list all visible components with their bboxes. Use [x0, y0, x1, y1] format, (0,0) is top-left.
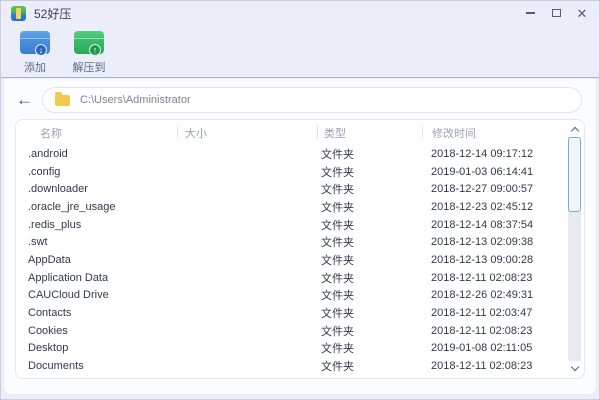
- file-type: 文件夹: [321, 254, 354, 267]
- column-header-type[interactable]: 类型: [317, 120, 422, 145]
- table-row[interactable]: CAUCloud Drive 文件夹 2018-12-26 02:49:31: [16, 287, 584, 305]
- file-name: .oracle_jre_usage: [28, 200, 116, 213]
- maximize-button[interactable]: [547, 4, 565, 22]
- file-type: 文件夹: [321, 290, 354, 303]
- folder-icon: [55, 91, 70, 106]
- file-type: 文件夹: [321, 166, 354, 179]
- add-button-label: 添加: [24, 62, 46, 74]
- file-modified: 2018-12-26 02:49:31: [431, 289, 534, 302]
- app-window: 52好压 ✕ ↓ 添加 ↑ 解压到 ← C:\Users\Administrat…: [0, 0, 600, 400]
- table-header: 名称 大小 类型 修改时间: [16, 120, 584, 145]
- file-name: .redis_plus: [28, 218, 82, 231]
- column-header-size[interactable]: 大小: [177, 120, 317, 145]
- chevron-up-icon: [570, 126, 579, 136]
- file-name: Application Data: [28, 271, 109, 284]
- scroll-track[interactable]: [568, 137, 581, 361]
- file-modified: 2019-01-03 06:14:41: [431, 165, 534, 178]
- archive-add-icon: ↓: [20, 31, 50, 56]
- table-row[interactable]: Application Data 文件夹 2018-12-11 02:08:23: [16, 269, 584, 287]
- file-type: 文件夹: [321, 272, 354, 285]
- archive-extract-icon: ↑: [74, 31, 104, 56]
- window-controls: ✕: [521, 4, 591, 22]
- file-modified: 2018-12-11 02:08:23: [431, 360, 533, 373]
- table-row[interactable]: .android 文件夹 2018-12-14 09:17:12: [16, 145, 584, 163]
- file-list: .android 文件夹 2018-12-14 09:17:12 .config…: [16, 145, 584, 375]
- table-row[interactable]: .config 文件夹 2019-01-03 06:14:41: [16, 163, 584, 181]
- file-name: .downloader: [28, 183, 88, 196]
- file-panel: 名称 大小 类型 修改时间 .android 文件夹 2018-12-14 09…: [15, 119, 585, 379]
- column-header-modified[interactable]: 修改时间: [422, 120, 584, 145]
- table-row[interactable]: AppData 文件夹 2018-12-13 09:00:28: [16, 251, 584, 269]
- file-type: 文件夹: [321, 201, 354, 214]
- file-type: 文件夹: [321, 325, 354, 338]
- arrow-up-badge-icon: ↑: [89, 44, 101, 56]
- file-modified: 2018-12-11 02:08:23: [431, 271, 533, 284]
- file-modified: 2018-12-11 02:08:23: [431, 324, 533, 337]
- extract-to-button-label: 解压到: [72, 62, 106, 74]
- file-modified: 2018-12-14 08:37:54: [431, 218, 534, 231]
- file-name: Contacts: [28, 307, 72, 320]
- scroll-up-button[interactable]: [567, 122, 582, 137]
- close-button[interactable]: ✕: [573, 4, 591, 22]
- file-type: 文件夹: [321, 361, 354, 374]
- minimize-button[interactable]: [521, 4, 539, 22]
- table-row[interactable]: .redis_plus 文件夹 2018-12-14 08:37:54: [16, 216, 584, 234]
- file-modified: 2018-12-11 02:03:47: [431, 307, 533, 320]
- scrollbar[interactable]: [567, 122, 582, 376]
- title-bar: 52好压 ✕: [1, 1, 599, 25]
- file-name: Cookies: [28, 324, 68, 337]
- file-type: 文件夹: [321, 237, 354, 250]
- window-title: 52好压: [34, 6, 72, 21]
- scroll-thumb[interactable]: [568, 137, 581, 212]
- table-row[interactable]: .swt 文件夹 2018-12-13 02:09:38: [16, 233, 584, 251]
- file-type: 文件夹: [321, 343, 354, 356]
- close-icon: ✕: [576, 5, 588, 21]
- table-row[interactable]: Documents 文件夹 2018-12-11 02:08:23: [16, 357, 584, 375]
- file-modified: 2018-12-27 09:00:57: [431, 183, 534, 196]
- app-logo-icon: [11, 5, 26, 21]
- current-path: C:\Users\Administrator: [80, 94, 191, 106]
- file-type: 文件夹: [321, 148, 354, 161]
- address-row: ← C:\Users\Administrator: [4, 79, 596, 113]
- table-row[interactable]: .downloader 文件夹 2018-12-27 09:00:57: [16, 180, 584, 198]
- file-name: Documents: [28, 360, 84, 373]
- scroll-down-button[interactable]: [567, 361, 582, 376]
- table-row[interactable]: Cookies 文件夹 2018-12-11 02:08:23: [16, 322, 584, 340]
- file-type: 文件夹: [321, 219, 354, 232]
- file-name: Desktop: [28, 342, 69, 355]
- file-name: .android: [28, 147, 68, 160]
- file-modified: 2019-01-08 02:11:05: [431, 342, 533, 355]
- back-button[interactable]: ←: [16, 90, 42, 110]
- content-area: ← C:\Users\Administrator 名称 大小 类型 修改时间 .…: [4, 79, 596, 394]
- file-type: 文件夹: [321, 184, 354, 197]
- chevron-down-icon: [570, 362, 579, 372]
- file-modified: 2018-12-23 02:45:12: [431, 200, 534, 213]
- table-row[interactable]: Desktop 文件夹 2019-01-08 02:11:05: [16, 340, 584, 358]
- extract-to-button[interactable]: ↑ 解压到: [67, 29, 111, 75]
- minimize-icon: [525, 12, 535, 14]
- file-modified: 2018-12-14 09:17:12: [431, 147, 534, 160]
- table-row[interactable]: .oracle_jre_usage 文件夹 2018-12-23 02:45:1…: [16, 198, 584, 216]
- add-button[interactable]: ↓ 添加: [13, 29, 57, 75]
- arrow-down-badge-icon: ↓: [35, 44, 47, 56]
- address-bar[interactable]: C:\Users\Administrator: [42, 87, 582, 113]
- table-row[interactable]: Contacts 文件夹 2018-12-11 02:03:47: [16, 304, 584, 322]
- file-modified: 2018-12-13 09:00:28: [431, 253, 534, 266]
- file-name: CAUCloud Drive: [28, 289, 109, 302]
- file-name: .config: [28, 165, 61, 178]
- file-name: .swt: [28, 236, 48, 249]
- file-name: AppData: [28, 253, 71, 266]
- file-modified: 2018-12-13 02:09:38: [431, 236, 534, 249]
- column-header-name[interactable]: 名称: [16, 120, 177, 145]
- file-type: 文件夹: [321, 308, 354, 321]
- toolbar: ↓ 添加 ↑ 解压到: [1, 25, 599, 78]
- maximize-icon: [551, 9, 561, 17]
